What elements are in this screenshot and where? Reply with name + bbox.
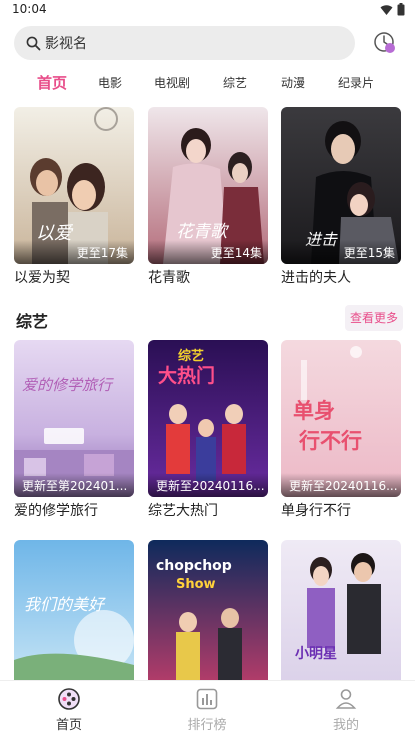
video-card[interactable]: 爱的修学旅行 更新至第202401... 爱的修学旅行 bbox=[14, 340, 134, 520]
svg-text:我们的美好: 我们的美好 bbox=[24, 595, 106, 614]
poster-image: 小明星 bbox=[281, 540, 401, 680]
poster-image: 花青歌 更至14集 bbox=[148, 107, 268, 264]
episode-badge: 更新至20240116... bbox=[281, 473, 401, 497]
nav-ranking-label: 排行榜 bbox=[187, 718, 227, 733]
poster-image: 进击 更至15集 bbox=[281, 107, 401, 264]
nav-mine-label: 我的 bbox=[332, 718, 359, 733]
svg-text:Show: Show bbox=[176, 577, 216, 592]
battery-icon bbox=[397, 3, 405, 16]
status-time: 10:04 bbox=[12, 2, 47, 16]
poster-image: 综艺 大热门 更新至20240116... bbox=[148, 340, 268, 497]
episode-badge: 更至15集 bbox=[281, 240, 401, 264]
card-title: 单身行不行 bbox=[281, 503, 351, 519]
video-card[interactable]: 花青歌 更至14集 花青歌 bbox=[148, 107, 268, 287]
nav-home-label: 首页 bbox=[55, 718, 82, 733]
view-more-button[interactable]: 查看更多 bbox=[345, 305, 403, 331]
video-card[interactable]: 小明星 bbox=[281, 540, 401, 680]
wifi-icon bbox=[380, 4, 393, 15]
episode-badge: 更新至第202401... bbox=[14, 473, 134, 497]
video-card[interactable]: 综艺 大热门 更新至20240116... 综艺大热门 bbox=[148, 340, 268, 520]
search-placeholder: 影视名 bbox=[45, 36, 87, 52]
bar-chart-icon bbox=[196, 688, 218, 710]
history-icon bbox=[374, 32, 395, 53]
poster-image: 我们的美好 bbox=[14, 540, 134, 680]
user-icon bbox=[335, 689, 357, 709]
video-card[interactable]: 进击 更至15集 进击的夫人 bbox=[281, 107, 401, 287]
search-input[interactable]: 影视名 bbox=[14, 26, 355, 60]
episode-badge: 更新至20240116... bbox=[148, 473, 268, 497]
card-title: 以爱为契 bbox=[14, 270, 70, 286]
category-tabs: 首页 电影 电视剧 综艺 动漫 纪录片 bbox=[0, 70, 415, 100]
video-card[interactable]: 单身 行不行 更新至20240116... 单身行不行 bbox=[281, 340, 401, 520]
bottom-nav: 首页 排行榜 我的 bbox=[0, 680, 415, 738]
history-button[interactable] bbox=[373, 31, 397, 55]
episode-badge: 更至17集 bbox=[14, 240, 134, 264]
nav-ranking[interactable]: 排行榜 bbox=[167, 687, 247, 733]
svg-text:小明星: 小明星 bbox=[295, 646, 337, 662]
card-title: 综艺大热门 bbox=[148, 503, 218, 519]
episode-badge: 更至14集 bbox=[148, 240, 268, 264]
nav-home[interactable]: 首页 bbox=[29, 687, 109, 733]
home-film-icon bbox=[58, 688, 80, 710]
tab-documentary[interactable]: 纪录片 bbox=[338, 74, 374, 91]
card-title: 进击的夫人 bbox=[281, 270, 351, 286]
svg-text:综艺: 综艺 bbox=[178, 348, 204, 364]
card-title: 爱的修学旅行 bbox=[14, 503, 98, 519]
search-icon bbox=[26, 36, 41, 50]
nav-mine[interactable]: 我的 bbox=[306, 687, 386, 733]
svg-text:行不行: 行不行 bbox=[298, 429, 362, 453]
svg-text:chopchop: chopchop bbox=[156, 558, 232, 574]
tab-movie[interactable]: 电影 bbox=[98, 74, 122, 91]
svg-text:单身: 单身 bbox=[293, 399, 335, 423]
status-bar: 10:04 bbox=[0, 0, 415, 20]
tab-variety[interactable]: 综艺 bbox=[223, 74, 247, 91]
poster-image: 单身 行不行 更新至20240116... bbox=[281, 340, 401, 497]
poster-image: chopchop Show bbox=[148, 540, 268, 680]
tab-anime[interactable]: 动漫 bbox=[281, 74, 305, 91]
svg-text:花青歌: 花青歌 bbox=[176, 222, 230, 242]
video-card[interactable]: 以爱 更至17集 以爱为契 bbox=[14, 107, 134, 287]
video-card[interactable]: 我们的美好 bbox=[14, 540, 134, 680]
search-row: 影视名 bbox=[0, 22, 415, 64]
status-icons bbox=[380, 3, 405, 16]
poster-image: 爱的修学旅行 更新至第202401... bbox=[14, 340, 134, 497]
content-feed[interactable]: 以爱 更至17集 以爱为契 花青歌 更至14集 花青歌 更至15集 进击的夫人 … bbox=[0, 100, 415, 680]
section-title: 综艺 bbox=[16, 312, 49, 331]
card-title: 花青歌 bbox=[148, 270, 190, 286]
tab-tv-series[interactable]: 电视剧 bbox=[154, 74, 190, 91]
video-card[interactable]: chopchop Show bbox=[148, 540, 268, 680]
tab-home[interactable]: 首页 bbox=[37, 72, 67, 93]
poster-image: 以爱 更至17集 bbox=[14, 107, 134, 264]
svg-text:大热门: 大热门 bbox=[158, 364, 215, 387]
svg-text:爱的修学旅行: 爱的修学旅行 bbox=[22, 376, 114, 394]
